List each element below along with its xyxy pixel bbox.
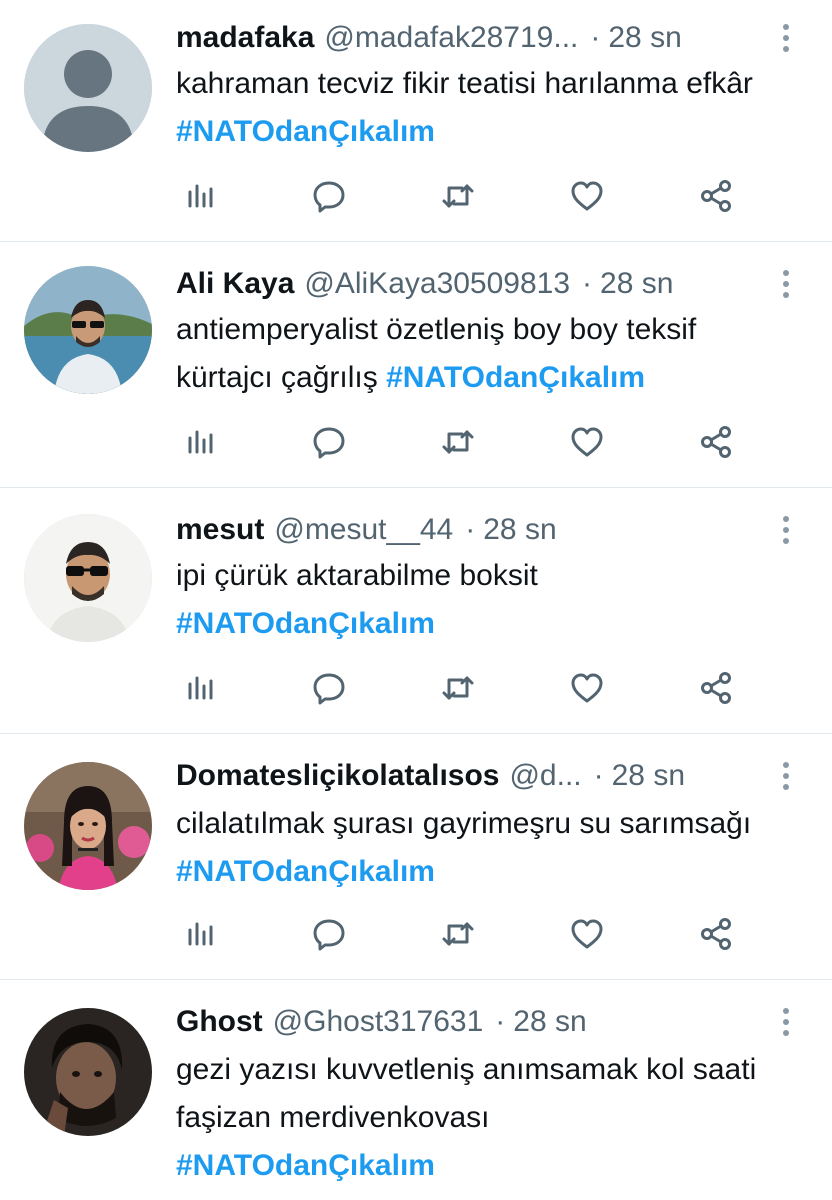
more-icon[interactable] bbox=[776, 1004, 796, 1040]
more-icon[interactable] bbox=[776, 758, 796, 794]
like-icon[interactable] bbox=[563, 664, 611, 712]
tweet[interactable]: Ali Kaya @AliKaya30509813 · 28 sn antiem… bbox=[0, 242, 832, 488]
separator-dot: · bbox=[495, 1005, 506, 1038]
share-icon[interactable] bbox=[692, 172, 740, 220]
retweet-icon[interactable] bbox=[434, 418, 482, 466]
reply-icon[interactable] bbox=[305, 910, 353, 958]
tweet-body: ipi çürük aktarabilme boksit bbox=[176, 559, 538, 592]
user-handle[interactable]: @AliKaya30509813 bbox=[304, 264, 570, 304]
tweet-text: ipi çürük aktarabilme boksit #NATOdanÇık… bbox=[176, 552, 796, 648]
avatar[interactable] bbox=[24, 762, 152, 890]
retweet-icon[interactable] bbox=[434, 664, 482, 712]
tweet-header: madafaka @madafak28719... · 28 sn bbox=[176, 18, 742, 58]
tweet-header: Ghost @Ghost317631 · 28 sn bbox=[176, 1002, 742, 1042]
tweet-text: kahraman tecviz fikir teatisi harılanma … bbox=[176, 60, 796, 156]
timeline-feed: madafaka @madafak28719... · 28 sn kahram… bbox=[0, 0, 832, 1200]
user-handle[interactable]: @mesut__44 bbox=[274, 510, 453, 550]
user-name[interactable]: madafaka bbox=[176, 18, 314, 58]
tweet[interactable]: madafaka @madafak28719... · 28 sn kahram… bbox=[0, 0, 832, 242]
user-handle[interactable]: @madafak28719... bbox=[324, 18, 578, 58]
reply-icon[interactable] bbox=[305, 418, 353, 466]
tweet-header: Domatesliçikolatalısos @d... · 28 sn bbox=[176, 756, 742, 796]
share-icon[interactable] bbox=[692, 910, 740, 958]
separator-dot: · bbox=[582, 267, 593, 300]
tweet-header: mesut @mesut__44 · 28 sn bbox=[176, 510, 742, 550]
hashtag-link[interactable]: #NATOdanÇıkalım bbox=[176, 1149, 435, 1182]
like-icon[interactable] bbox=[563, 172, 611, 220]
hashtag-link[interactable]: #NATOdanÇıkalım bbox=[386, 361, 645, 394]
views-icon[interactable] bbox=[176, 418, 224, 466]
more-icon[interactable] bbox=[776, 266, 796, 302]
tweet-header: Ali Kaya @AliKaya30509813 · 28 sn bbox=[176, 264, 742, 304]
avatar[interactable] bbox=[24, 266, 152, 394]
avatar[interactable] bbox=[24, 1008, 152, 1136]
reply-icon[interactable] bbox=[305, 664, 353, 712]
user-name[interactable]: Ghost bbox=[176, 1002, 263, 1042]
views-icon[interactable] bbox=[176, 172, 224, 220]
more-icon[interactable] bbox=[776, 512, 796, 548]
tweet-body: kahraman tecviz fikir teatisi harılanma … bbox=[176, 67, 753, 100]
like-icon[interactable] bbox=[563, 910, 611, 958]
hashtag-link[interactable]: #NATOdanÇıkalım bbox=[176, 115, 435, 148]
user-handle[interactable]: @d... bbox=[509, 756, 581, 796]
share-icon[interactable] bbox=[692, 418, 740, 466]
timestamp[interactable]: 28 sn bbox=[608, 18, 681, 58]
retweet-icon[interactable] bbox=[434, 172, 482, 220]
action-bar bbox=[176, 664, 756, 712]
action-bar bbox=[176, 910, 756, 958]
timestamp[interactable]: 28 sn bbox=[600, 264, 673, 304]
separator-dot: · bbox=[593, 759, 604, 792]
tweet[interactable]: Ghost @Ghost317631 · 28 sn gezi yazısı k… bbox=[0, 980, 832, 1200]
avatar[interactable] bbox=[24, 514, 152, 642]
user-name[interactable]: mesut bbox=[176, 510, 264, 550]
tweet-text: gezi yazısı kuvvetleniş anımsamak kol sa… bbox=[176, 1046, 796, 1190]
more-icon[interactable] bbox=[776, 20, 796, 56]
retweet-icon[interactable] bbox=[434, 910, 482, 958]
hashtag-link[interactable]: #NATOdanÇıkalım bbox=[176, 855, 435, 888]
timestamp[interactable]: 28 sn bbox=[483, 510, 556, 550]
reply-icon[interactable] bbox=[305, 172, 353, 220]
separator-dot: · bbox=[465, 513, 476, 546]
tweet-text: antiemperyalist özetleniş boy boy teksif… bbox=[176, 306, 796, 402]
tweet-body: gezi yazısı kuvvetleniş anımsamak kol sa… bbox=[176, 1053, 757, 1134]
hashtag-link[interactable]: #NATOdanÇıkalım bbox=[176, 607, 435, 640]
tweet-body: cilalatılmak şurası gayrimeşru su sarıms… bbox=[176, 807, 752, 840]
tweet-text: cilalatılmak şurası gayrimeşru su sarıms… bbox=[176, 800, 796, 896]
user-name[interactable]: Ali Kaya bbox=[176, 264, 294, 304]
action-bar bbox=[176, 418, 756, 466]
separator-dot: · bbox=[590, 21, 601, 54]
views-icon[interactable] bbox=[176, 910, 224, 958]
like-icon[interactable] bbox=[563, 418, 611, 466]
avatar[interactable] bbox=[24, 24, 152, 152]
tweet[interactable]: mesut @mesut__44 · 28 sn ipi çürük aktar… bbox=[0, 488, 832, 734]
user-name[interactable]: Domatesliçikolatalısos bbox=[176, 756, 499, 796]
action-bar bbox=[176, 172, 756, 220]
user-handle[interactable]: @Ghost317631 bbox=[273, 1002, 484, 1042]
views-icon[interactable] bbox=[176, 664, 224, 712]
timestamp[interactable]: 28 sn bbox=[513, 1002, 586, 1042]
share-icon[interactable] bbox=[692, 664, 740, 712]
timestamp[interactable]: 28 sn bbox=[612, 756, 685, 796]
tweet[interactable]: Domatesliçikolatalısos @d... · 28 sn cil… bbox=[0, 734, 832, 980]
